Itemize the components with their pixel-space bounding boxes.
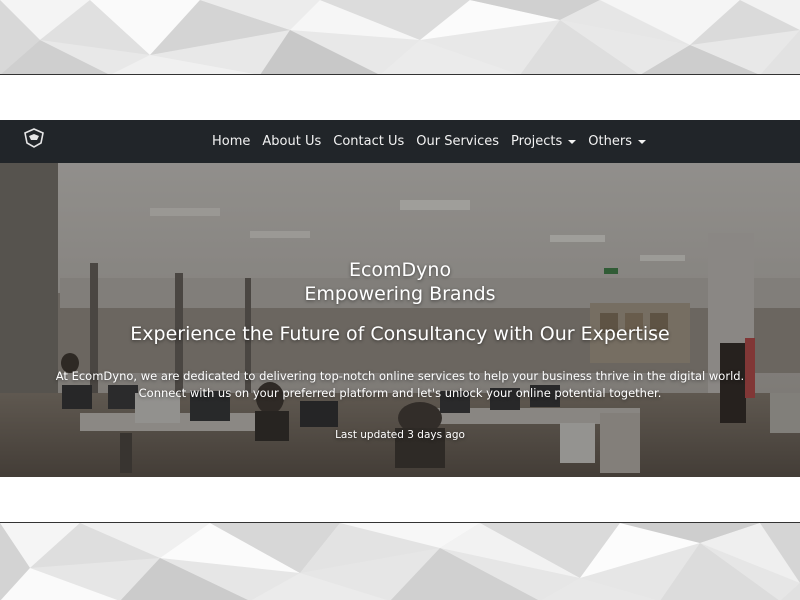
hero-subtitle: Empowering Brands: [304, 283, 496, 305]
nav-services-label: Our Services: [416, 134, 500, 149]
hero-title: EcomDyno: [348, 259, 452, 281]
logo-icon[interactable]: [22, 126, 46, 150]
hero-description-line-1: At EcomDyno, we are dedicated to deliver…: [55, 369, 745, 383]
spacer: [0, 477, 800, 522]
nav-contact-label: Contact Us: [333, 134, 405, 149]
nav-services-link[interactable]: Our Services: [416, 134, 499, 149]
hero-section: EcomDyno Empowering Brands Experience th…: [0, 163, 800, 477]
caret-down-icon: [568, 139, 577, 144]
nav-projects-label: Projects: [511, 134, 563, 149]
top-decorative-banner: [0, 0, 800, 75]
nav-menu: Home About Us Contact Us Our Services Pr…: [212, 120, 658, 163]
nav-about-link[interactable]: About Us: [262, 134, 321, 149]
caret-down-icon: [637, 139, 646, 144]
main-navbar: Home About Us Contact Us Our Services Pr…: [0, 120, 800, 163]
spacer: [0, 75, 800, 120]
nav-others-dropdown[interactable]: Others: [588, 134, 646, 149]
nav-others-label: Others: [588, 134, 632, 149]
nav-home-link[interactable]: Home: [212, 134, 250, 149]
last-updated-text: Last updated 3 days ago: [335, 429, 465, 441]
nav-projects-dropdown[interactable]: Projects: [511, 134, 577, 149]
nav-home-label: Home: [212, 134, 251, 149]
nav-contact-link[interactable]: Contact Us: [333, 134, 404, 149]
hero-description-line-2: Connect with us on your preferred platfo…: [138, 386, 662, 400]
nav-about-label: About Us: [262, 134, 322, 149]
hero-tagline: Experience the Future of Consultancy wit…: [130, 323, 670, 345]
bottom-decorative-banner: [0, 522, 800, 600]
